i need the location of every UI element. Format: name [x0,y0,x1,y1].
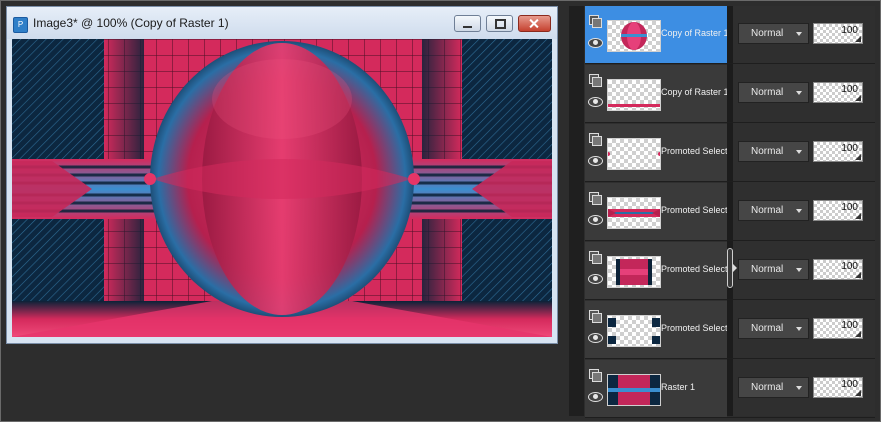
layer-thumbnail [607,197,661,229]
layer-row[interactable]: Raster 1 Normal 100 [585,360,875,418]
blend-mode-dropdown[interactable]: Normal [738,82,809,103]
layer-group-icon[interactable] [589,251,602,264]
image-window[interactable]: P Image3* @ 100% (Copy of Raster 1) [6,6,558,344]
visibility-eye-icon[interactable] [588,274,603,284]
visibility-eye-icon[interactable] [588,333,603,343]
layer-row[interactable]: Copy of Raster 1 Normal 100 [585,6,875,64]
blend-mode-dropdown[interactable]: Normal [738,259,809,280]
opacity-field[interactable]: 100 [813,141,863,162]
opacity-field[interactable]: 100 [813,82,863,103]
visibility-eye-icon[interactable] [588,97,603,107]
expand-arrow-icon[interactable] [733,264,737,272]
opacity-field[interactable]: 100 [813,318,863,339]
layer-thumbnail [607,138,661,170]
layer-row[interactable]: Copy of Raster 1 Normal 100 [585,65,875,123]
layer-name-cell[interactable]: Promoted Selection [585,242,727,299]
opacity-field[interactable]: 100 [813,23,863,44]
title-bar[interactable]: P Image3* @ 100% (Copy of Raster 1) [7,7,557,39]
layer-name: Promoted Selection [661,264,727,274]
layer-name: Promoted Selection [661,146,727,156]
image-canvas[interactable] [12,39,552,337]
layer-name-cell[interactable]: Promoted Selection [585,301,727,358]
layer-thumbnail [607,374,661,406]
layer-group-icon[interactable] [589,15,602,28]
layer-name: Copy of Raster 1 [661,87,727,97]
window-title: Image3* @ 100% (Copy of Raster 1) [33,16,229,30]
visibility-eye-icon[interactable] [588,156,603,166]
close-button[interactable] [518,15,551,32]
layer-name: Raster 1 [661,382,696,392]
layers-palette[interactable]: Copy of Raster 1 Normal 100 Copy of Rast… [585,6,875,418]
opacity-field[interactable]: 100 [813,259,863,280]
layer-name: Promoted Selection [661,323,727,333]
opacity-field[interactable]: 100 [813,200,863,221]
layer-thumbnail [607,79,661,111]
layer-name-cell[interactable]: Promoted Selection [585,183,727,240]
opacity-value: 100 [841,84,858,95]
layer-thumbnail [607,256,661,288]
layer-row[interactable]: Promoted Selection Normal 100 [585,124,875,182]
layer-row[interactable]: Promoted Selection Normal 100 [585,183,875,241]
visibility-eye-icon[interactable] [588,38,603,48]
layer-name-cell[interactable]: Copy of Raster 1 [585,6,727,63]
layer-group-icon[interactable] [589,74,602,87]
layer-thumbnail [607,315,661,347]
blend-mode-dropdown[interactable]: Normal [738,200,809,221]
layer-group-icon[interactable] [589,133,602,146]
visibility-eye-icon[interactable] [588,215,603,225]
visibility-eye-icon[interactable] [588,392,603,402]
layer-group-icon[interactable] [589,192,602,205]
opacity-value: 100 [841,202,858,213]
blend-mode-dropdown[interactable]: Normal [738,23,809,44]
layer-row[interactable]: Promoted Selection Normal 100 [585,301,875,359]
maximize-button[interactable] [486,15,513,32]
minimize-button[interactable] [454,15,481,32]
layer-name: Promoted Selection [661,205,727,215]
paintshop-icon: P [13,17,28,33]
opacity-value: 100 [841,379,858,390]
opacity-value: 100 [841,320,858,331]
layer-group-icon[interactable] [589,369,602,382]
opacity-value: 100 [841,25,858,36]
blend-mode-dropdown[interactable]: Normal [738,377,809,398]
opacity-value: 100 [841,261,858,272]
blend-mode-dropdown[interactable]: Normal [738,318,809,339]
layer-thumbnail [607,20,661,52]
layer-name: Copy of Raster 1 [661,28,727,38]
layer-name-cell[interactable]: Copy of Raster 1 [585,65,727,122]
layer-name-cell[interactable]: Promoted Selection [585,124,727,181]
layer-name-cell[interactable]: Raster 1 [585,360,727,417]
palette-edge [569,6,584,416]
opacity-value: 100 [841,143,858,154]
blend-mode-dropdown[interactable]: Normal [738,141,809,162]
artwork [12,39,552,337]
layer-group-icon[interactable] [589,310,602,323]
opacity-field[interactable]: 100 [813,377,863,398]
